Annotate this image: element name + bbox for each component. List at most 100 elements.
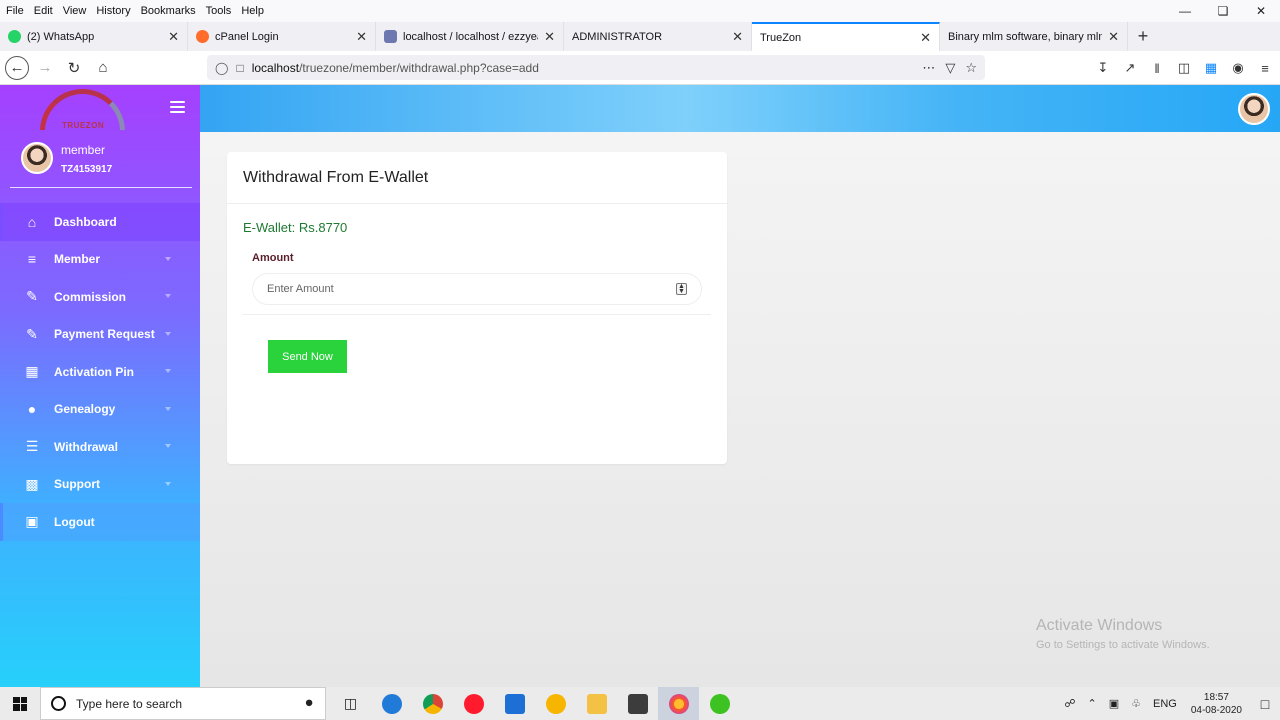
mail-icon[interactable] <box>494 687 535 720</box>
tab-binary-mlm[interactable]: Binary mlm software, binary mlm so ✕ <box>940 22 1128 51</box>
new-tab-icon[interactable]: + <box>1128 22 1158 51</box>
chevron-down-icon <box>165 444 171 448</box>
fullscreen-icon[interactable]: ↗ <box>1121 60 1139 76</box>
home-icon[interactable]: ⌂ <box>90 55 116 81</box>
sidebar-item-label: Genealogy <box>54 402 116 417</box>
sidebar-item-activation-pin[interactable]: ▦ Activation Pin <box>0 353 200 391</box>
hamburger-menu-icon[interactable] <box>170 101 185 116</box>
lock-icon: ▣ <box>25 513 39 530</box>
edge-icon[interactable] <box>371 687 412 720</box>
bookmark-star-icon[interactable]: ☆ <box>965 60 977 76</box>
url-actions: ⋯ ▽ ☆ <box>922 60 977 76</box>
people-icon[interactable]: ☍ <box>1064 697 1075 710</box>
chevron-down-icon <box>165 256 171 261</box>
library-icon[interactable]: ‖ <box>1148 61 1166 76</box>
shield-icon[interactable]: ◯ <box>215 61 228 75</box>
menu-help[interactable]: Help <box>235 5 268 17</box>
sidebar-item-support[interactable]: ▩ Support <box>0 466 200 504</box>
forward-icon[interactable]: → <box>32 55 58 81</box>
download-icon[interactable]: ↧ <box>1094 60 1112 76</box>
menu-bookmarks[interactable]: Bookmarks <box>135 5 200 17</box>
menu-edit[interactable]: Edit <box>28 5 57 17</box>
menu-file[interactable]: File <box>0 5 28 17</box>
menu-history[interactable]: History <box>90 5 134 17</box>
url-text[interactable]: localhost/truezone/member/withdrawal.php… <box>252 61 923 75</box>
volume-muted-icon[interactable]: ♧ <box>1131 697 1141 710</box>
sidebar-item-label: Logout <box>54 514 95 529</box>
language-indicator[interactable]: ENG <box>1153 698 1177 710</box>
sidebar-item-commission[interactable]: ✎ Commission <box>0 278 200 316</box>
cortana-icon <box>51 696 66 711</box>
task-view-icon[interactable]: ◫ <box>330 687 371 720</box>
chevron-down-icon <box>165 331 171 336</box>
clock[interactable]: 18:57 04-08-2020 <box>1191 691 1242 717</box>
number-spinner-icon[interactable]: ▲ ▼ <box>676 283 687 295</box>
taskbar-search[interactable]: Type here to search ⚫ <box>40 687 326 720</box>
page-actions-icon[interactable]: ⋯ <box>922 60 935 76</box>
sidebar-item-payment-request[interactable]: ✎ Payment Request <box>0 316 200 354</box>
chevron-down-icon <box>165 481 171 486</box>
avatar[interactable] <box>1238 93 1270 125</box>
page-info-icon[interactable]: □ <box>236 61 243 75</box>
chevron-up-icon[interactable]: ⌃ <box>1088 697 1097 710</box>
opera-icon[interactable] <box>453 687 494 720</box>
chrome-icon[interactable] <box>412 687 453 720</box>
table-icon: ▦ <box>25 363 39 380</box>
file-explorer-icon[interactable] <box>576 687 617 720</box>
sidebar-item-label: Payment Request <box>54 327 155 342</box>
pocket-icon[interactable]: ▽ <box>945 60 955 76</box>
tab-close-icon[interactable]: ✕ <box>544 29 555 45</box>
menu-tools[interactable]: Tools <box>200 5 236 17</box>
tab-close-icon[interactable]: ✕ <box>1108 29 1119 45</box>
tab-close-icon[interactable]: ✕ <box>732 29 743 45</box>
reload-icon[interactable]: ↻ <box>61 55 87 81</box>
start-button[interactable] <box>0 687 40 720</box>
tab-close-icon[interactable]: ✕ <box>920 30 931 46</box>
sidebar-item-logout[interactable]: ▣ Logout <box>0 503 200 541</box>
send-now-button[interactable]: Send Now <box>268 340 347 373</box>
firefox-icon[interactable] <box>658 687 699 720</box>
clock-date: 04-08-2020 <box>1190 704 1242 716</box>
sidebar-item-withdrawal[interactable]: ☰ Withdrawal <box>0 428 200 466</box>
microphone-icon[interactable]: ⚫ <box>303 695 315 712</box>
back-icon[interactable]: ← <box>5 55 29 80</box>
media-player-icon[interactable] <box>535 687 576 720</box>
sidebar-icon[interactable]: ◫ <box>1175 60 1193 76</box>
whatsapp-favicon-icon <box>8 30 21 43</box>
notifications-icon[interactable]: □ <box>1250 687 1280 720</box>
sync-icon[interactable]: ▦ <box>1202 60 1220 76</box>
phpmyadmin-favicon-icon <box>384 30 397 43</box>
tab-administrator[interactable]: ADMINISTRATOR ✕ <box>564 22 752 51</box>
tab-phpmyadmin[interactable]: localhost / localhost / ezzyearn ✕ <box>376 22 564 51</box>
store-icon[interactable] <box>617 687 658 720</box>
minimize-icon[interactable]: — <box>1166 0 1204 22</box>
main-content: Withdrawal From E-Wallet E-Wallet: Rs.87… <box>200 132 1280 687</box>
search-placeholder: Type here to search <box>76 696 183 711</box>
tab-label: localhost / localhost / ezzyearn <box>403 30 539 43</box>
network-icon[interactable]: ▣ <box>1109 697 1119 710</box>
tab-cpanel[interactable]: cPanel Login ✕ <box>188 22 376 51</box>
browser-menubar: File Edit View History Bookmarks Tools H… <box>0 0 1280 22</box>
user-profile[interactable]: member TZ4153917 <box>10 138 192 188</box>
tab-close-icon[interactable]: ✕ <box>168 29 179 45</box>
url-bar[interactable]: ◯ □ localhost/truezone/member/withdrawal… <box>207 55 985 80</box>
activate-windows-watermark: Activate Windows Go to Settings to activ… <box>1036 617 1210 651</box>
window-controls: — ❏ ✕ <box>1166 0 1280 22</box>
menu-icon[interactable]: ≡ <box>1256 61 1274 76</box>
restore-icon[interactable]: ❏ <box>1204 0 1242 22</box>
sidebar-item-dashboard[interactable]: ⌂ Dashboard <box>0 203 200 241</box>
tab-close-icon[interactable]: ✕ <box>356 29 367 45</box>
close-window-icon[interactable]: ✕ <box>1242 0 1280 22</box>
sidebar-item-member[interactable]: ≡ Member <box>0 241 200 279</box>
menu-view[interactable]: View <box>57 5 91 17</box>
amount-input[interactable] <box>252 273 702 305</box>
tab-truezon[interactable]: TrueZon ✕ <box>752 22 940 51</box>
chevron-down-icon <box>165 294 171 298</box>
sidebar-menu: ⌂ Dashboard ≡ Member ✎ Commission ✎ Paym… <box>0 203 200 541</box>
url-path: /truezone/member/withdrawal.php?case=add <box>299 60 539 75</box>
sidebar-item-genealogy[interactable]: ● Genealogy <box>0 391 200 429</box>
divider <box>243 314 711 315</box>
account-icon[interactable]: ◉ <box>1229 60 1247 76</box>
tab-whatsapp[interactable]: (2) WhatsApp ✕ <box>0 22 188 51</box>
app-green-icon[interactable] <box>699 687 740 720</box>
